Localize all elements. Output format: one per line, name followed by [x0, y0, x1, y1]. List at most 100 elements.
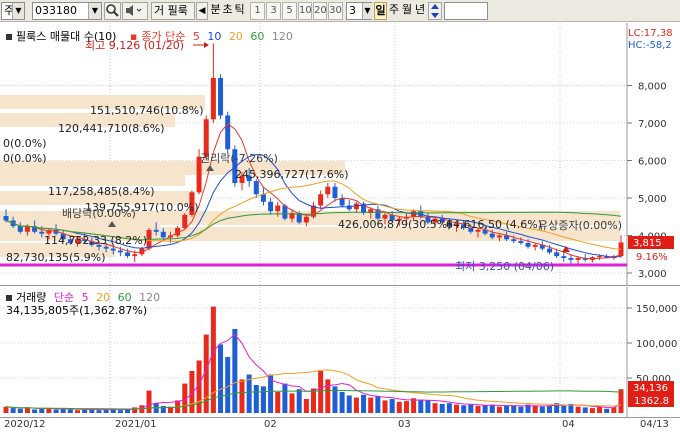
volume-bar: [3, 406, 9, 413]
price-legend: 필룩스 매물대 수(10) ▪ 종가 단순 5 10 20 60 120: [6, 28, 297, 44]
date-tick: 2021/01: [115, 419, 157, 430]
volume-bar: [375, 396, 381, 413]
event-annotation: 배당락(0.00%): [62, 207, 136, 220]
scroll-toggle-button[interactable]: [428, 2, 442, 20]
volume-bar: [117, 410, 123, 413]
candle-body: [103, 246, 109, 249]
volume-bar: [589, 408, 595, 413]
price-ma-5: 5: [192, 30, 200, 43]
corner-hc: HC:-58,2: [628, 40, 672, 51]
volume-bar: [382, 400, 388, 413]
volume-bar: [253, 385, 259, 413]
code-dropdown-icon[interactable]: ▼: [88, 3, 101, 19]
volume-bar: [475, 406, 481, 413]
volume-profile-label: 120,441,710(8.6%): [58, 122, 165, 135]
volume-profile-label: 117,258,485(8.4%): [48, 185, 155, 198]
period-tab-3[interactable]: 3: [266, 2, 281, 20]
candle-body: [496, 235, 502, 238]
legend-bullet-icon: [6, 295, 12, 301]
volume-profile-label: 64,616,50 (4.6%): [446, 218, 542, 231]
up-down-arrow-icon: [431, 4, 439, 18]
volume-bar: [396, 401, 402, 413]
date-tick: 03: [398, 419, 411, 430]
volume-bar: [67, 409, 73, 413]
tab-day[interactable]: 일: [374, 2, 387, 20]
period-tab-5[interactable]: 5: [282, 2, 297, 20]
volume-bar: [96, 410, 102, 413]
volume-bar: [325, 379, 331, 413]
tab-year[interactable]: 년: [414, 2, 426, 20]
period-tab-20[interactable]: 20: [313, 2, 327, 20]
candle-body: [225, 115, 231, 150]
volume-bar: [39, 408, 45, 413]
volume-bar: [17, 408, 23, 413]
candle-body: [260, 194, 266, 202]
volume-bar: [32, 409, 38, 413]
volume-bar: [454, 404, 460, 413]
candle-body: [339, 198, 345, 206]
y-tick-label: 100,000: [636, 339, 677, 350]
candle-body: [218, 78, 224, 116]
volume-bar: [432, 403, 438, 413]
volume-bar: [289, 393, 295, 413]
period-prev-button[interactable]: ◀: [196, 2, 208, 20]
candle-body: [546, 248, 552, 253]
volume-bar: [303, 399, 309, 413]
volume-profile-label: 82,730,135(5.9%): [6, 251, 106, 264]
candle-body: [597, 256, 603, 258]
current-volume-pct: 1362.8: [634, 396, 669, 407]
volume-bar: [482, 405, 488, 413]
date-input[interactable]: [444, 2, 488, 20]
count-dropdown-icon[interactable]: ▼: [362, 3, 372, 19]
volume-bar: [239, 379, 245, 413]
volume-bar: [539, 406, 545, 413]
market-dropdown-icon[interactable]: ▼: [12, 3, 24, 19]
volume-profile-label: 151,510,746(10.8%): [90, 104, 204, 117]
volume-stat: 34,135,805주(1,362.87%): [6, 304, 148, 317]
price-chart-title: 필룩스 매물대 수(10): [16, 30, 117, 43]
period-tab-1[interactable]: 1: [250, 2, 265, 20]
toolbar: 주 ▼ 033180 ▼ 거 필룩 ◀ 분 초 틱 1 3 5 10 20 30…: [0, 0, 680, 22]
tab-month[interactable]: 월: [401, 2, 413, 20]
volume-profile-label: 0(0.0%): [3, 137, 47, 150]
volume-bar: [146, 390, 152, 413]
speaker-icon: [126, 5, 142, 16]
candle-body: [110, 248, 116, 251]
period-tab-tick[interactable]: 틱: [232, 2, 247, 20]
date-tick: 02: [264, 419, 277, 430]
sound-button[interactable]: [122, 2, 148, 20]
volume-bar: [389, 399, 395, 413]
search-button[interactable]: [104, 2, 121, 20]
volume-bar: [461, 405, 467, 413]
candle-body: [117, 250, 123, 253]
volume-bar: [260, 386, 266, 413]
volume-bar: [468, 404, 474, 413]
candle-body: [525, 243, 531, 247]
volume-bar: [275, 392, 281, 413]
code-value: 033180: [35, 4, 77, 17]
volume-bar: [361, 394, 367, 413]
price-ma-60: 60: [250, 30, 265, 43]
candle-body: [24, 226, 30, 232]
search-icon: [106, 4, 119, 17]
candle-body: [182, 214, 188, 228]
date-tick: 2020/12: [4, 419, 46, 430]
candle-body: [518, 241, 524, 243]
period-tab-30[interactable]: 30: [328, 2, 343, 20]
candle-body: [303, 216, 309, 223]
y-tick-label: 7,000: [638, 119, 667, 130]
volume-bar: [425, 400, 431, 413]
candle-body: [275, 205, 281, 212]
date-axis: 2020/12 2021/01 02 03 04 04/13: [0, 417, 680, 434]
volume-bar: [10, 408, 16, 413]
candle-body: [125, 252, 131, 257]
period-tab-10[interactable]: 10: [298, 2, 312, 20]
volume-bar: [53, 409, 59, 413]
corner-lc: LC:17,38: [628, 28, 673, 39]
candle-body: [554, 252, 560, 257]
candle-body: [561, 256, 567, 258]
current-price-value: 3,815: [633, 238, 662, 249]
price-chart: 8,0007,0006,0005,0004,0003,000151,510,74…: [0, 23, 680, 286]
tab-week[interactable]: 주: [388, 2, 400, 20]
current-change-pct: 9.16%: [636, 252, 668, 263]
